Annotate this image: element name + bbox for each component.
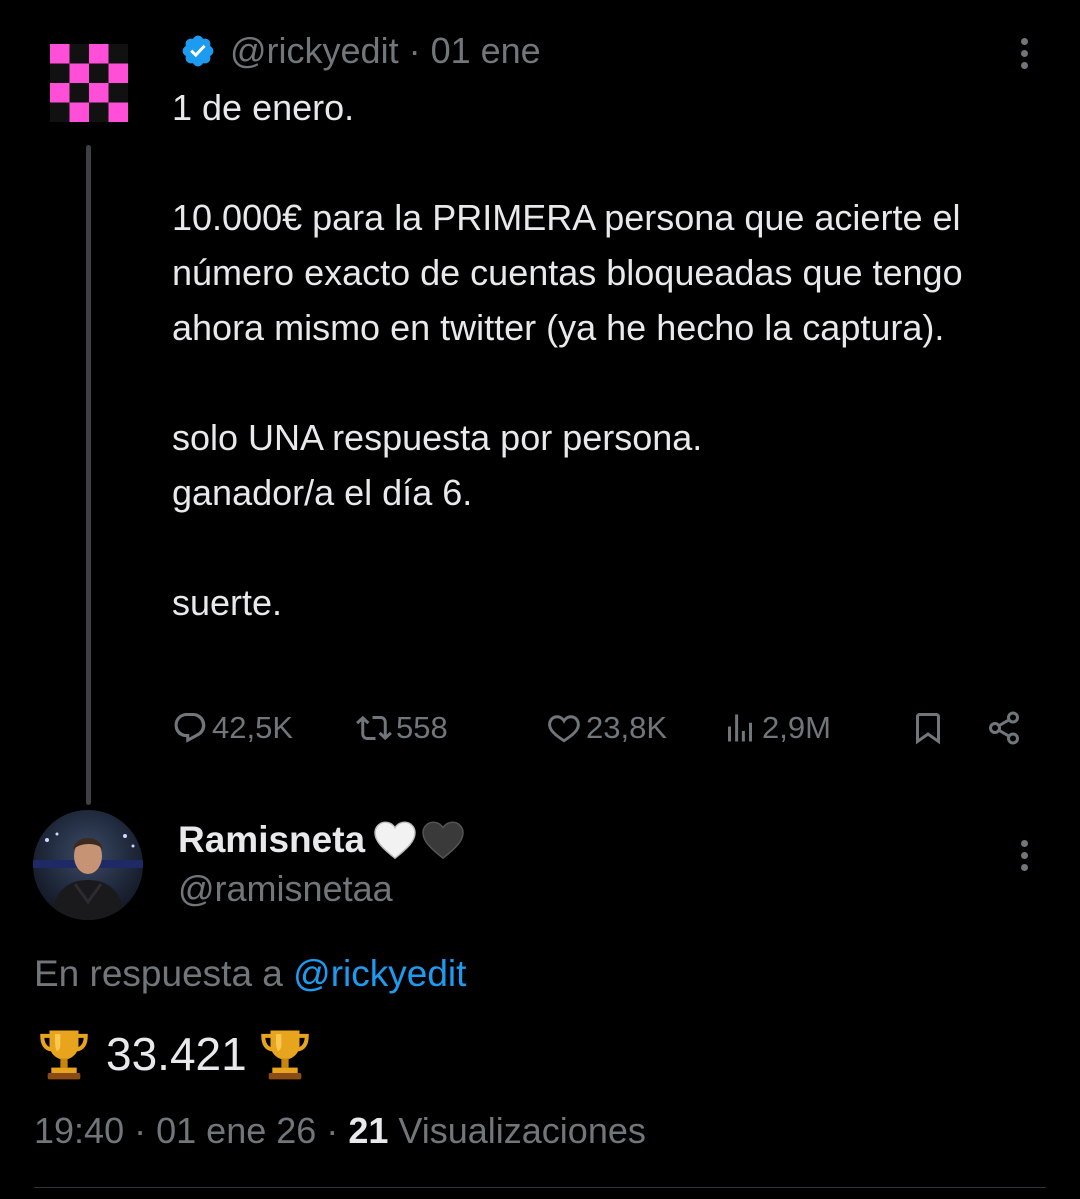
retweet-button[interactable]: 558 [356, 700, 448, 756]
reply-count: 42,5K [212, 710, 294, 745]
tweet-time[interactable]: 19:40 [34, 1110, 124, 1151]
tweet-author-handle[interactable]: @rickyedit [230, 30, 399, 72]
tweet-text-line: suerte. [172, 582, 283, 623]
view-count[interactable]: 21 [348, 1110, 388, 1151]
separator-dot: · [326, 1110, 339, 1151]
white-heart-icon [374, 821, 416, 860]
view-count: 2,9M [762, 710, 831, 745]
reply-author-handle[interactable]: @ramisnetaa [178, 866, 393, 912]
retweet-count: 558 [396, 710, 448, 745]
in-reply-prefix: En respuesta a [34, 953, 283, 994]
like-button[interactable]: 23,8K [546, 700, 667, 756]
reply-text: 33.421 [34, 1022, 315, 1086]
tweet-meta: 19:40 · 01 ene 26 · 21 Visualizaciones [34, 1106, 646, 1156]
reply-number: 33.421 [106, 1028, 247, 1080]
trophy-icon [260, 1030, 309, 1080]
reply-icon [174, 713, 206, 743]
tweet-text-line: 1 de enero. [172, 87, 355, 128]
share-button[interactable] [986, 700, 1026, 756]
retweet-icon [356, 715, 392, 741]
like-count: 23,8K [586, 710, 668, 745]
separator-dot: · [134, 1110, 147, 1151]
avatar[interactable] [33, 810, 143, 920]
tweet-text: 1 de enero. 10.000€ para la PRIMERA pers… [172, 80, 1052, 630]
tweet-action-bar: 42,5K 558 23,8K 2,9M [0, 700, 1080, 756]
tweet-text-line: solo UNA respuesta por persona. [172, 417, 703, 458]
share-icon [989, 711, 1019, 745]
black-heart-icon [422, 821, 464, 860]
tweet-text-line: ganador/a el día 6. [172, 472, 473, 513]
view-label[interactable]: Visualizaciones [398, 1110, 645, 1151]
heart-icon [548, 715, 580, 743]
tweet-date[interactable]: 01 ene [431, 30, 541, 72]
avatar[interactable] [50, 44, 128, 122]
views-button[interactable]: 2,9M [722, 700, 831, 756]
display-name[interactable]: Ramisneta [178, 819, 365, 861]
analytics-icon [728, 714, 752, 742]
tweet-date[interactable]: 01 ene 26 [156, 1110, 316, 1151]
trophy-icon [40, 1030, 88, 1080]
mention-link[interactable]: @rickyedit [293, 953, 466, 994]
tweet-header: @rickyedit · 01 ene [180, 28, 541, 74]
bookmark-icon [916, 713, 940, 745]
separator-dot: · [408, 30, 421, 71]
in-reply-to: En respuesta a @rickyedit [34, 948, 466, 1000]
reply-button[interactable]: 42,5K [172, 700, 293, 756]
tweet-text-paragraph: 10.000€ para la PRIMERA persona que acie… [172, 197, 963, 348]
divider [34, 1187, 1046, 1188]
bookmark-button[interactable] [910, 700, 950, 756]
more-options-icon[interactable] [1018, 836, 1030, 876]
reply-author-name[interactable]: Ramisneta [178, 815, 465, 865]
verified-badge-icon [182, 35, 214, 67]
more-options-icon[interactable] [1018, 34, 1030, 74]
